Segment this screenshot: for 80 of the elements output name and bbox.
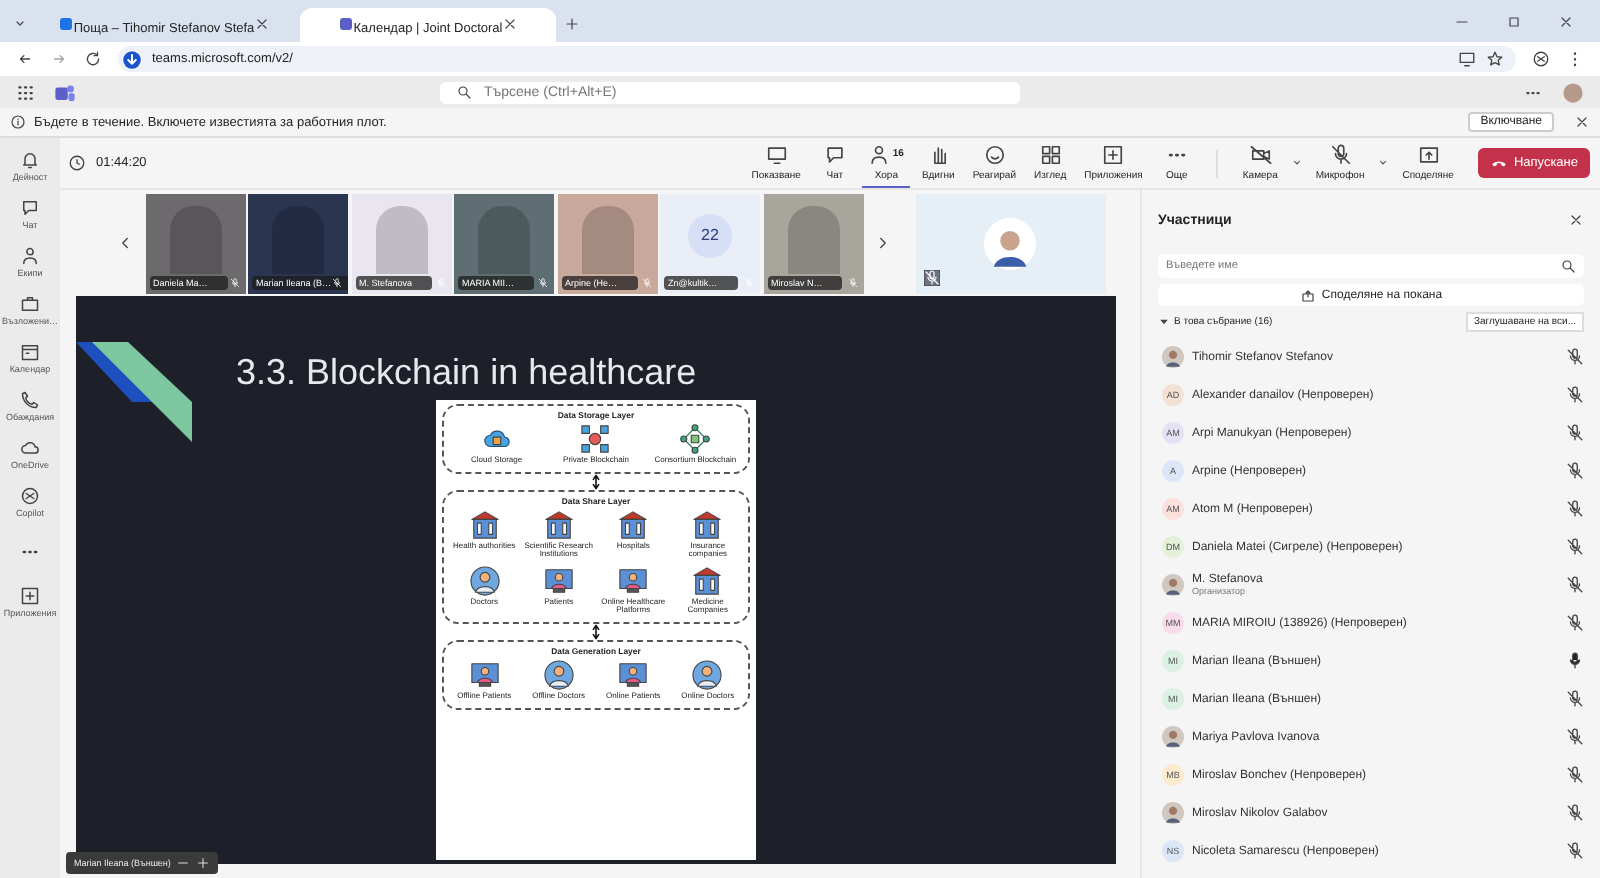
mic-off-icon [923, 269, 939, 285]
close-icon[interactable] [1568, 212, 1584, 228]
maximize-icon[interactable] [1506, 14, 1522, 30]
mic-off-icon [847, 277, 857, 287]
avatar-photo [1162, 726, 1184, 748]
logo-drawing [76, 342, 196, 442]
avatar-photo [984, 217, 1036, 269]
close-icon[interactable] [254, 15, 271, 31]
download-icon [122, 49, 142, 69]
double-arrow-icon [590, 623, 602, 640]
building-icon [692, 509, 723, 540]
grid-icon [1039, 143, 1062, 165]
people-icon [868, 143, 891, 165]
people-icon [692, 659, 723, 690]
avatar: 22 [688, 213, 732, 257]
avatar-photo [1162, 346, 1184, 368]
monitor-icon [543, 565, 574, 596]
building-icon [692, 565, 723, 596]
cast-icon[interactable] [1458, 50, 1476, 68]
monitor-icon [618, 659, 649, 690]
mic-off-icon [229, 277, 239, 287]
people-icon [20, 246, 40, 266]
caret-icon[interactable] [1376, 156, 1391, 170]
share-icon [1417, 143, 1440, 165]
clock-icon [68, 154, 86, 172]
app-grid-icon[interactable] [16, 83, 34, 101]
double-arrow-icon [590, 473, 602, 490]
photo-placeholder [169, 205, 221, 273]
star-icon[interactable] [1486, 50, 1504, 68]
camera-off-icon [1249, 143, 1272, 165]
app-icon [337, 15, 354, 31]
caret-icon[interactable] [1289, 156, 1304, 170]
mic-off-icon [435, 277, 445, 287]
info-icon [10, 114, 26, 130]
monitor-icon [469, 659, 500, 690]
mic-off-icon [641, 277, 651, 287]
phone-icon [20, 390, 40, 410]
people-icon [543, 659, 574, 690]
chat-icon [823, 143, 846, 165]
cloud-icon [20, 438, 40, 458]
calendar-icon [20, 342, 40, 362]
close-icon[interactable] [502, 15, 519, 31]
close-icon[interactable] [1574, 114, 1590, 130]
avatar-photo [1162, 574, 1184, 596]
plus-icon[interactable] [564, 16, 580, 32]
caret-icon[interactable] [1158, 316, 1170, 328]
mic-off-icon [1329, 143, 1352, 165]
back-icon[interactable] [16, 50, 34, 68]
photo-placeholder [478, 205, 530, 273]
briefcase-icon [20, 294, 40, 314]
chat-icon [20, 198, 40, 218]
slide-title: 3.3. Blockchain in healthcare [236, 352, 699, 394]
chevron-right-icon[interactable] [874, 234, 892, 252]
app-icon [57, 15, 74, 31]
building-icon [543, 509, 574, 540]
blocks-icon [580, 424, 611, 454]
monitor-icon [765, 143, 788, 165]
building-icon [469, 509, 500, 540]
teams-logo-icon [54, 81, 76, 103]
photo-placeholder [581, 205, 633, 273]
photo-placeholder [375, 205, 427, 273]
smiley-icon [983, 143, 1006, 165]
mic-off-icon [538, 277, 548, 287]
mic-off-icon [332, 277, 342, 287]
avatar-photo [1162, 802, 1184, 824]
search-icon [1560, 258, 1576, 274]
people-icon [469, 565, 500, 596]
close-icon[interactable] [1558, 14, 1574, 30]
photo-placeholder [272, 205, 324, 273]
share-icon [1299, 287, 1316, 303]
chevron-left-icon[interactable] [116, 234, 134, 252]
reload-icon[interactable] [84, 50, 102, 68]
zoom-in-icon[interactable] [196, 856, 211, 870]
monitor-icon [618, 565, 649, 596]
zoom-out-icon[interactable] [176, 856, 191, 870]
building-icon [618, 509, 649, 540]
search-icon [456, 84, 472, 100]
network-icon [680, 424, 711, 454]
photo-placeholder [787, 205, 839, 273]
bell-icon [20, 150, 40, 170]
